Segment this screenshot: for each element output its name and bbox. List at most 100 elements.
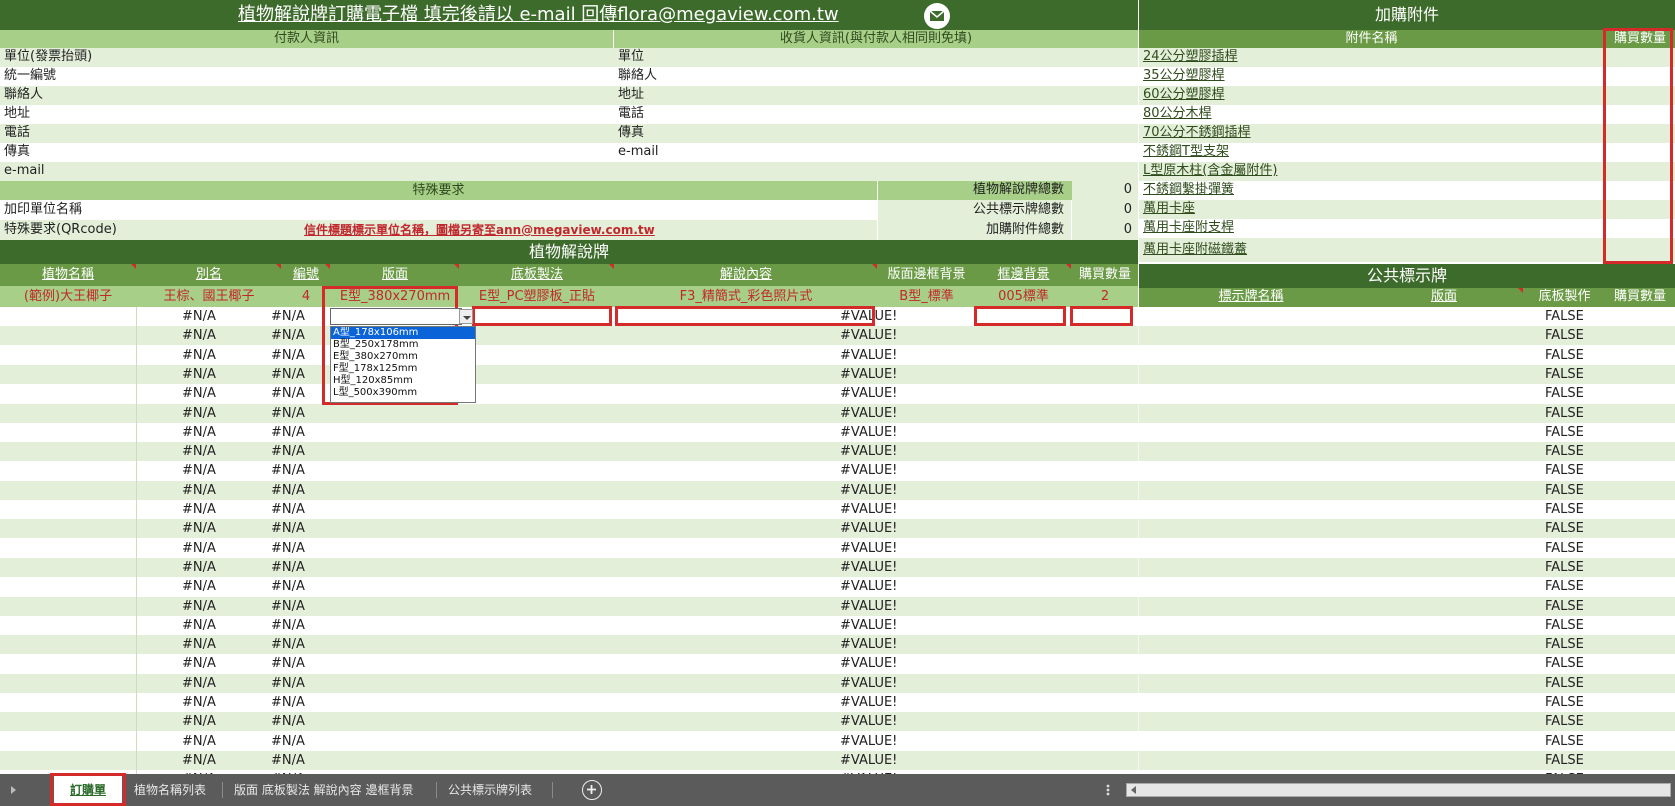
backing-made-cell: FALSE [1545,733,1584,749]
payer-field: 聯絡人 [4,87,44,102]
number-cell: #N/A [271,733,305,749]
alias-cell: #N/A [182,752,216,768]
dropdown-option[interactable]: F型_178x125mm [331,363,475,375]
col-header: 別名 [195,267,222,282]
accessory-item[interactable]: 不銹鋼繫掛彈簧 [1139,181,1238,199]
table-row[interactable]: #N/A #N/A #VALUE! FALSE [0,384,1675,404]
alias-cell: #N/A [182,424,216,440]
table-row[interactable]: #N/A #N/A #VALUE! FALSE [0,731,1675,751]
dropdown-option[interactable]: L型_500x390mm [331,387,475,399]
chevron-down-icon[interactable] [459,309,473,324]
public-col-header: 底板製作 [1538,289,1591,304]
table-row[interactable]: #N/A #N/A #VALUE! FALSE [0,442,1675,462]
public-col-header: 版面 [1430,289,1457,304]
add-sheet-icon[interactable] [582,780,602,800]
table-row[interactable]: #N/A #N/A #VALUE! FALSE [0,693,1675,712]
backing-made-cell: FALSE [1545,521,1584,537]
table-row[interactable]: #N/A #N/A #VALUE! FALSE [0,364,1675,384]
frame-bg-cell: #VALUE! [840,463,898,479]
tab-plant-names[interactable]: 植物名稱列表 [134,774,206,806]
alias-cell: #N/A [182,482,216,498]
example-cell: B型_標準 [899,289,954,304]
table-row[interactable]: #N/A #N/A #VALUE! FALSE [0,577,1675,597]
frame-bg-cell: #VALUE! [840,405,898,421]
backing-made-cell: FALSE [1545,695,1584,710]
backing-made-cell: FALSE [1545,328,1584,344]
number-cell: #N/A [271,559,305,575]
accessory-item[interactable]: 70公分不銹鋼插桿 [1139,124,1255,142]
envelope-icon[interactable] [924,3,950,29]
alias-cell: #N/A [182,637,216,653]
qty-input-highlight[interactable] [1070,306,1133,326]
special-header: 特殊要求 [0,181,877,200]
backing-made-cell: FALSE [1545,752,1584,768]
table-row[interactable]: #N/A #N/A #VALUE! FALSE [0,326,1675,346]
table-row[interactable]: #N/A #N/A #VALUE! FALSE [0,538,1675,558]
tab-public-signs[interactable]: 公共標示牌列表 [448,774,532,806]
table-row[interactable]: #N/A #N/A #VALUE! FALSE [0,596,1675,616]
scroll-left-icon [1131,786,1136,794]
accessory-item[interactable]: 萬用卡座附磁鐵蓋 [1139,241,1251,259]
accessory-item[interactable]: 24公分塑膠插桿 [1139,48,1242,66]
special-row-label: 特殊要求(QRcode) [4,222,117,237]
frame-bg-cell: #VALUE! [840,366,898,382]
number-cell: #N/A [271,463,305,479]
table-row[interactable]: #N/A #N/A #VALUE! FALSE [0,500,1675,519]
table-row[interactable]: #N/A #N/A #VALUE! FALSE [0,461,1675,481]
table-row[interactable]: #N/A #N/A #VALUE! FALSE [0,712,1675,732]
table-row[interactable]: #N/A #N/A #VALUE! FALSE [0,480,1675,500]
number-cell: #N/A [271,579,305,595]
payer-field: 單位(發票抬頭) [4,49,93,64]
receiver-field: 單位 [618,49,645,64]
dropdown-option[interactable]: H型_120x85mm [331,375,475,387]
accessory-item[interactable]: 萬用卡座附支桿 [1139,219,1238,237]
alias-cell: #N/A [182,347,216,363]
col-header: 植物名稱 [41,267,94,282]
content-input-highlight[interactable] [615,306,875,326]
frame-bg-cell: #VALUE! [840,617,898,633]
col-header: 框邊背景 [997,267,1050,282]
accessory-item[interactable]: 60公分塑膠桿 [1139,86,1229,104]
dropdown-option[interactable]: E型_380x270mm [331,351,475,363]
number-cell: #N/A [271,521,305,537]
sheet-grid[interactable]: #N/A #N/A #VALUE! FALSE #N/A #N/A #VALUE! FALSE… [0,307,1675,774]
table-row[interactable]: #N/A #N/A #VALUE! FALSE [0,422,1675,442]
table-row[interactable]: #N/A #N/A #VALUE! FALSE [0,750,1675,770]
more-icon[interactable] [1105,782,1111,798]
frame-bg-cell: #VALUE! [840,579,898,595]
dropdown-option[interactable]: B型_250x178mm [331,339,475,351]
tab-layout-options[interactable]: 版面 底板製法 解說內容 邊框背景 [234,774,413,806]
col-header: 購買數量 [1078,267,1131,282]
table-row[interactable]: #N/A #N/A #VALUE! FALSE [0,635,1675,655]
scroll-left-icon[interactable] [8,784,18,796]
active-cell-layout[interactable] [330,308,462,325]
table-row[interactable]: #N/A #N/A #VALUE! FALSE [0,673,1675,693]
table-row[interactable]: #N/A #N/A #VALUE! FALSE [0,654,1675,674]
layout-dropdown[interactable]: A型_178x106mm B型_250x178mm E型_380x270mm F… [330,326,476,403]
backing-input-highlight[interactable] [472,306,612,326]
accessory-item[interactable]: 萬用卡座 [1139,200,1199,218]
total-value: 0 [1123,182,1132,197]
frame-input-highlight[interactable] [974,306,1066,326]
table-row[interactable]: #N/A #N/A #VALUE! FALSE [0,345,1675,365]
table-row[interactable]: #N/A #N/A #VALUE! FALSE [0,615,1675,635]
alias-cell: #N/A [182,309,216,324]
table-row[interactable]: #N/A #N/A #VALUE! FALSE [0,519,1675,539]
payer-field: 統一編號 [4,68,57,83]
example-cell: F3_精簡式_彩色照片式 [679,289,813,304]
accessory-list: 24公分塑膠插桿 35公分塑膠桿 60公分塑膠桿 80公分木桿 70公分不銹鋼插… [1139,48,1675,262]
dropdown-option[interactable]: A型_178x106mm [331,327,475,339]
receiver-field: 地址 [618,87,645,102]
horizontal-scrollbar[interactable] [1126,783,1671,797]
example-cell: 005標準 [998,289,1049,304]
example-cell: (範例)大王椰子 [23,289,113,304]
info-section: 單位(發票抬頭) 統一編號 聯絡人 地址 電話 傳真 e-mail 單位 聯絡人… [0,48,1138,181]
alias-cell: #N/A [182,463,216,479]
table-row[interactable]: #N/A #N/A #VALUE! FALSE [0,403,1675,423]
accessory-item[interactable]: L型原木柱(含金屬附件) [1139,162,1281,180]
accessory-item[interactable]: 不銹鋼T型支架 [1139,143,1233,161]
accessory-item[interactable]: 80公分木桿 [1139,105,1216,123]
accessory-item[interactable]: 35公分塑膠桿 [1139,67,1229,85]
table-row[interactable]: #N/A #N/A #VALUE! FALSE [0,557,1675,577]
accessory-qty-highlight[interactable] [1603,28,1673,264]
